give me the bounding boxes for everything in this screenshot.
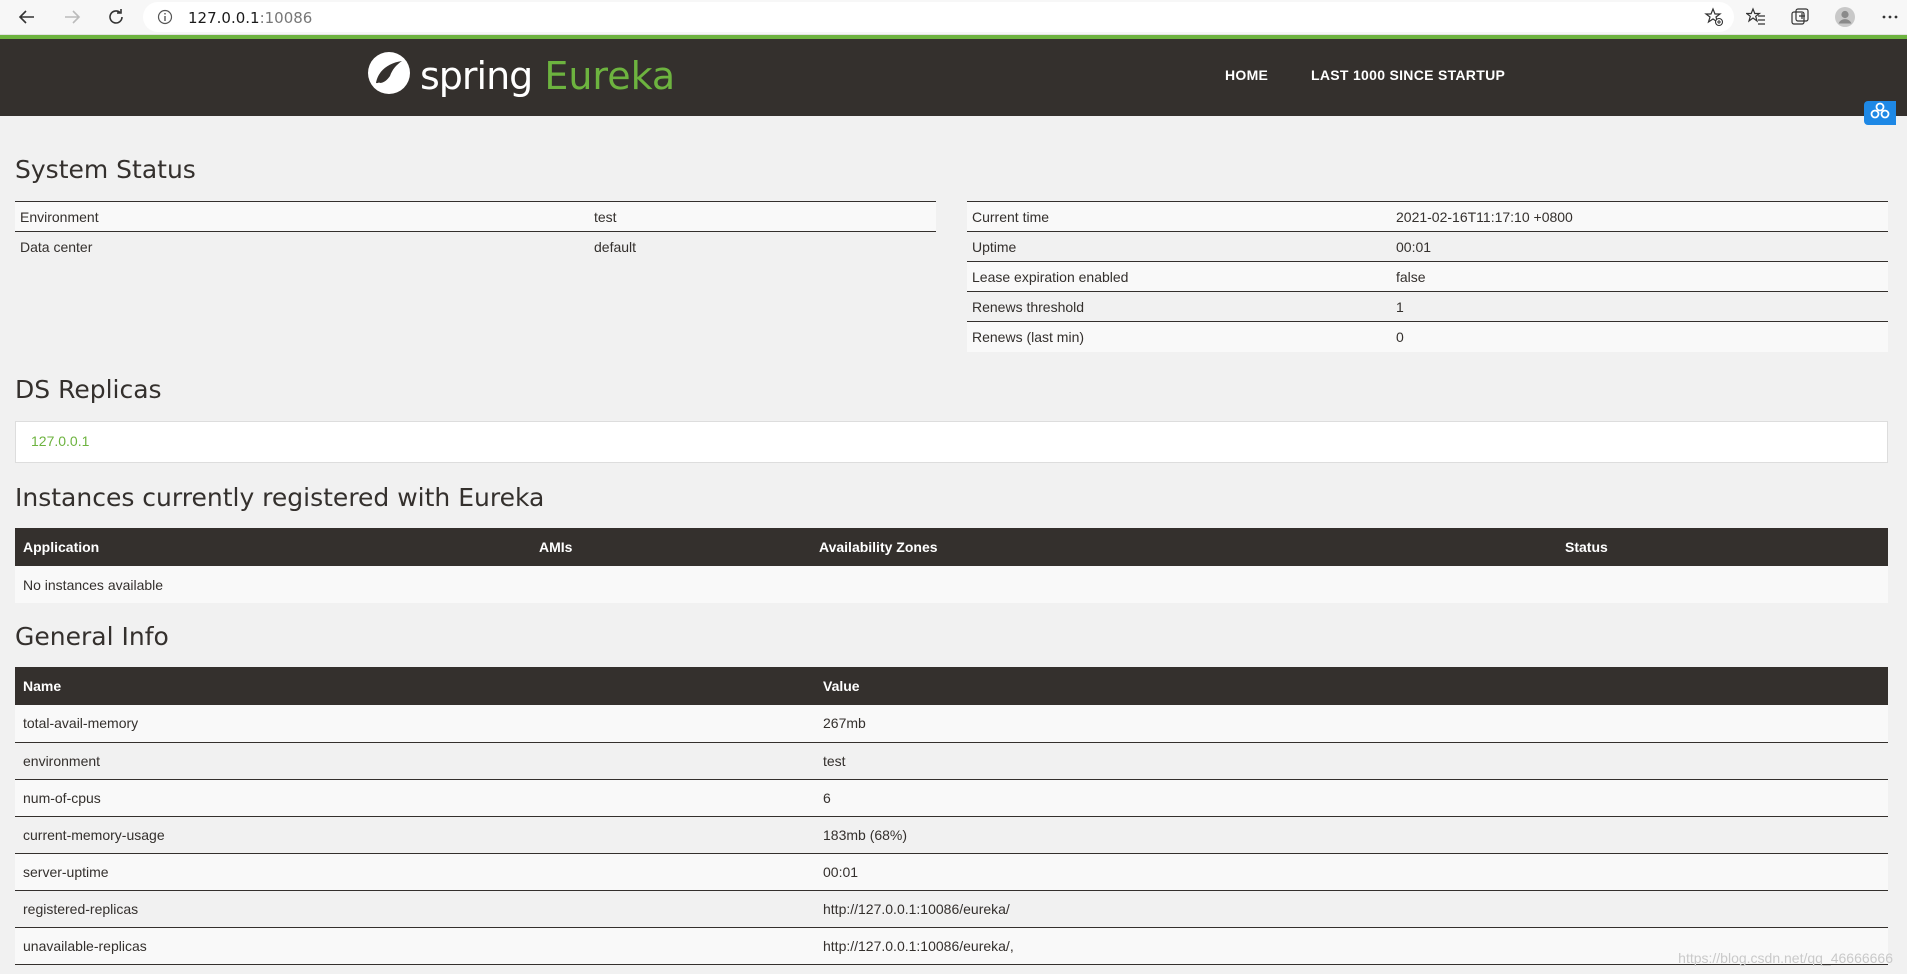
status-label: Data center [15,231,589,262]
status-value: 00:01 [1391,231,1888,262]
refresh-icon[interactable] [103,4,129,30]
url-host: 127.0.0.1 [188,9,260,27]
info-name: registered-replicas [15,890,815,928]
back-arrow-icon[interactable] [14,4,40,30]
status-label: Renews (last min) [967,321,1391,352]
status-label: Environment [15,201,589,232]
column-header-application: Application [15,528,531,566]
general-info-title: General Info [15,622,169,651]
info-name: current-memory-usage [15,816,815,854]
status-label: Uptime [967,231,1391,262]
info-name: unavailable-replicas [15,927,815,965]
column-header-amis: AMIs [531,528,811,566]
status-value: test [589,201,936,232]
table-row: Environment test [15,201,936,232]
replica-link[interactable]: 127.0.0.1 [31,433,89,449]
status-label: Renews threshold [967,291,1391,322]
cloud-share-icon [1870,102,1890,125]
spring-leaf-icon [366,50,412,101]
floating-widget-button[interactable] [1864,101,1896,125]
logo-spring-text: spring [420,53,533,98]
spring-eureka-logo[interactable]: spring Eureka [366,50,675,101]
info-name: server-uptime [15,853,815,891]
add-favorite-icon[interactable] [1704,7,1724,32]
table-row: Renews (last min) 0 [967,321,1888,352]
table-row: Lease expiration enabled false [967,261,1888,292]
status-value: false [1391,261,1888,292]
info-value: 6 [815,779,1888,817]
browser-toolbar: 127.0.0.1:10086 [0,0,1907,35]
instances-table: Application AMIs Availability Zones Stat… [15,528,1888,603]
nav-home-link[interactable]: HOME [1225,67,1268,83]
table-row: registered-replicas http://127.0.0.1:100… [15,890,1888,928]
ds-replicas-title: DS Replicas [15,375,162,404]
table-row: current-memory-usage 183mb (68%) [15,816,1888,854]
table-row: Renews threshold 1 [967,291,1888,322]
system-status-title: System Status [15,155,196,184]
nav-last1000-link[interactable]: LAST 1000 SINCE STARTUP [1311,67,1505,83]
url-port: :10086 [259,9,313,27]
table-row: Uptime 00:01 [967,231,1888,262]
table-row: num-of-cpus 6 [15,779,1888,817]
favorites-icon[interactable] [1744,5,1768,29]
column-header-value: Value [815,667,1888,705]
table-row: unavailable-replicas http://127.0.0.1:10… [15,927,1888,965]
table-row: Data center default [15,231,936,262]
system-status-left-table: Environment test Data center default [15,201,936,262]
info-value: 183mb (68%) [815,816,1888,854]
collections-icon[interactable] [1788,5,1812,29]
info-value: 267mb [815,705,1888,743]
instances-title: Instances currently registered with Eure… [15,483,545,512]
info-value: http://127.0.0.1:10086/eureka/ [815,890,1888,928]
profile-avatar-icon[interactable] [1833,5,1857,29]
table-row: No instances available [15,566,1888,603]
address-bar[interactable]: 127.0.0.1:10086 [143,2,1734,32]
url-text: 127.0.0.1:10086 [188,9,312,27]
general-info-table: Name Value total-avail-memory 267mb envi… [15,667,1888,965]
info-value: test [815,742,1888,780]
status-label: Current time [967,201,1391,232]
status-label: Lease expiration enabled [967,261,1391,292]
system-status-right-table: Current time 2021-02-16T11:17:10 +0800 U… [967,201,1888,352]
table-row: Current time 2021-02-16T11:17:10 +0800 [967,201,1888,232]
status-value: 1 [1391,291,1888,322]
column-header-status: Status [1557,528,1888,566]
column-header-availability-zones: Availability Zones [811,528,1557,566]
more-menu-icon[interactable] [1878,5,1902,29]
info-name: num-of-cpus [15,779,815,817]
logo-eureka-text: Eureka [544,53,676,98]
table-row: environment test [15,742,1888,780]
watermark-text: https://blog.csdn.net/qq_46666666 [1678,950,1893,966]
column-header-name: Name [15,667,815,705]
info-icon[interactable] [157,9,173,30]
table-row: server-uptime 00:01 [15,853,1888,891]
top-navbar: spring Eureka HOME LAST 1000 SINCE START… [0,35,1907,116]
status-value: 0 [1391,321,1888,352]
empty-instances-text: No instances available [15,566,1888,603]
info-name: total-avail-memory [15,705,815,743]
forward-arrow-icon[interactable] [59,4,85,30]
table-row: total-avail-memory 267mb [15,705,1888,743]
info-name: environment [15,742,815,780]
status-value: 2021-02-16T11:17:10 +0800 [1391,201,1888,232]
ds-replicas-panel: 127.0.0.1 [15,421,1888,463]
status-value: default [589,231,936,262]
info-value: 00:01 [815,853,1888,891]
